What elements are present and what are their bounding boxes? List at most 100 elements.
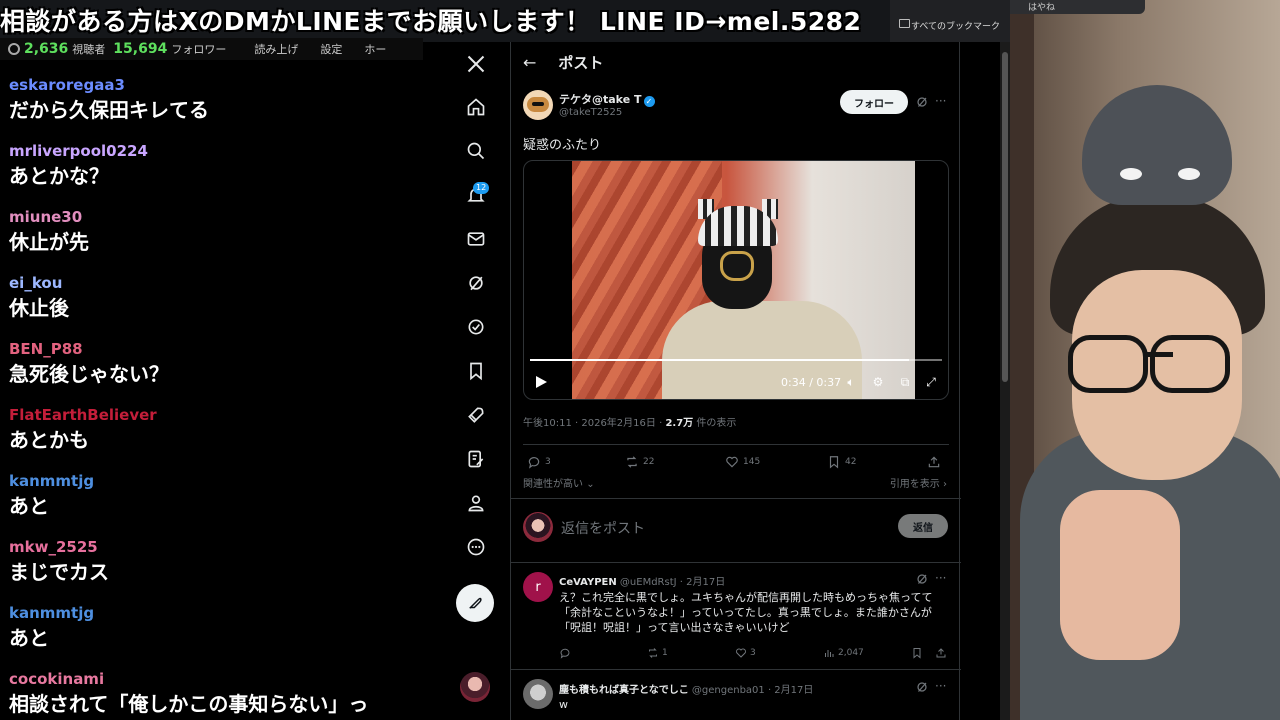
- quotes-label: 引用を表示: [889, 479, 940, 490]
- post-timestamp[interactable]: 午後10:11 · 2026年2月16日 ·: [523, 418, 665, 429]
- chat-username[interactable]: ei_kou: [9, 272, 430, 294]
- settings-button[interactable]: 設定: [320, 41, 342, 57]
- fullscreen-icon[interactable]: ⤢: [924, 375, 938, 389]
- page-title: ポスト: [558, 53, 604, 72]
- follower-count: 15,694: [113, 41, 168, 57]
- notes-edit-icon[interactable]: [464, 447, 488, 471]
- home-button[interactable]: ホー: [364, 41, 386, 57]
- read-aloud-button[interactable]: 読み上げ: [254, 41, 298, 57]
- comment-text-line: え？これ完全に黒でしょ。ユキちゃんが配信再開した時もめっちゃ焦ってて: [559, 591, 933, 604]
- comment-author-name[interactable]: CeVAYPEN: [559, 577, 617, 588]
- bookmark-count: 42: [845, 457, 857, 467]
- bookmark-action[interactable]: 42: [827, 455, 856, 469]
- verified-check-icon[interactable]: [464, 315, 488, 339]
- comment-like-action[interactable]: 3: [735, 647, 756, 659]
- hat-eye-right: [1178, 168, 1200, 180]
- more-circle-icon[interactable]: [464, 535, 488, 559]
- like-action[interactable]: 145: [725, 455, 760, 469]
- video-player[interactable]: 0:34 / 0:37 🔈︎ ⚙ ⧉ ⤢: [523, 160, 949, 400]
- author-handle[interactable]: @takeT2525: [559, 107, 622, 118]
- repost-action[interactable]: 22: [625, 455, 654, 469]
- reply-avatar: [523, 512, 553, 542]
- grok-explain-icon[interactable]: [916, 96, 928, 108]
- chat-username[interactable]: BEN_P88: [9, 338, 430, 360]
- reply-submit-button[interactable]: 返信: [898, 514, 948, 538]
- grok-icon[interactable]: [464, 271, 488, 295]
- bookmark-icon[interactable]: [464, 359, 488, 383]
- chat-text: だから久保田キレてる: [9, 98, 209, 122]
- reply-input[interactable]: 返信をポスト: [561, 518, 645, 538]
- chat-username[interactable]: mrliverpool0224: [9, 140, 430, 162]
- video-progress-bar[interactable]: [530, 359, 942, 361]
- chat-username[interactable]: FlatEarthBeliever: [9, 404, 430, 426]
- reply-action[interactable]: 3: [527, 455, 551, 469]
- home-icon[interactable]: [464, 95, 488, 119]
- heart-icon: [726, 456, 738, 468]
- chat-username[interactable]: mkw_2525: [9, 536, 430, 558]
- share-action[interactable]: [927, 455, 941, 469]
- author-avatar[interactable]: [523, 90, 553, 120]
- view-quotes-link[interactable]: 引用を表示 ›: [890, 475, 947, 490]
- glasses-left-lens: [1068, 335, 1148, 393]
- x-sidebar-nav: 12: [440, 42, 510, 720]
- chat-text: まじでカス: [9, 560, 109, 584]
- post-detail-column: ← ポスト テケタ@take T ✓ @takeT2525 フォロー ··· 疑惑…: [510, 42, 961, 720]
- follow-button[interactable]: フォロー: [840, 90, 908, 114]
- chat-message: eskaroregaa3 だから久保田キレてる: [0, 74, 430, 140]
- stream-banner: すべてのブックマーク 相談がある方はXのDMかLINEまでお願いします！ LIN…: [0, 0, 1010, 42]
- pip-icon[interactable]: ⧉: [898, 375, 912, 389]
- comment-views-action[interactable]: 2,047: [823, 647, 864, 659]
- chat-username[interactable]: kanmmtjg: [9, 602, 430, 624]
- comment-author-name[interactable]: 塵も積もれば真子となでしこ: [559, 685, 689, 696]
- messages-envelope-icon[interactable]: [464, 227, 488, 251]
- chat-message: FlatEarthBeliever あとかも: [0, 404, 430, 470]
- chat-text: 休止が先: [9, 230, 89, 254]
- compose-post-button[interactable]: [456, 584, 494, 622]
- volume-icon[interactable]: 🔈︎: [844, 375, 858, 389]
- divider: [511, 498, 961, 499]
- scrollbar-thumb[interactable]: [1002, 52, 1008, 382]
- grok-explain-icon[interactable]: [916, 573, 928, 585]
- comment-repost-action[interactable]: 1: [647, 647, 668, 659]
- play-icon[interactable]: [536, 376, 547, 388]
- share-icon: [928, 456, 940, 468]
- chat-username[interactable]: miune30: [9, 206, 430, 228]
- rocket-icon[interactable]: [464, 403, 488, 427]
- bookmark-icon: [913, 648, 921, 659]
- comment-avatar[interactable]: [523, 679, 553, 709]
- repost-icon: [649, 648, 657, 658]
- chat-username[interactable]: cocokinami: [9, 668, 430, 690]
- author-name[interactable]: テケタ@take T ✓: [559, 91, 655, 107]
- comment-reply-action[interactable]: [559, 647, 574, 659]
- reply-count: 3: [545, 457, 551, 467]
- profile-icon[interactable]: [464, 491, 488, 515]
- more-options-icon[interactable]: ···: [935, 94, 946, 108]
- comment-bookmark-action[interactable]: [911, 647, 923, 659]
- account-avatar[interactable]: [460, 672, 490, 702]
- comment-text-line: w: [559, 698, 568, 711]
- reply-icon: [528, 457, 540, 469]
- comment-avatar[interactable]: r: [523, 572, 553, 602]
- post-text: 疑惑のふたり: [523, 138, 602, 153]
- comment-handle-date[interactable]: @uEMdRstJ · 2月17日: [620, 577, 725, 588]
- grok-explain-icon[interactable]: [916, 681, 928, 693]
- video-controls: 0:34 / 0:37 🔈︎ ⚙ ⧉ ⤢: [524, 369, 948, 397]
- settings-gear-icon[interactable]: ⚙: [871, 375, 885, 389]
- post-meta: 午後10:11 · 2026年2月16日 · 2.7万 件の表示: [523, 414, 736, 429]
- more-options-icon[interactable]: ···: [935, 571, 946, 585]
- x-logo-icon[interactable]: [464, 52, 488, 76]
- glasses-right-lens: [1150, 335, 1230, 393]
- page-scrollbar[interactable]: [1000, 42, 1010, 720]
- chevron-right-icon: ›: [943, 479, 947, 490]
- webcam-hands: [1060, 490, 1180, 660]
- comment-share-action[interactable]: [935, 647, 947, 659]
- search-icon[interactable]: [464, 139, 488, 163]
- chat-username[interactable]: eskaroregaa3: [9, 74, 430, 96]
- repost-icon: [627, 456, 637, 468]
- sort-relevance-dropdown[interactable]: 関連性が高い ⌄: [523, 475, 595, 490]
- all-bookmarks-link[interactable]: すべてのブックマーク: [911, 19, 1000, 32]
- comment-handle-date[interactable]: @gengenba01 · 2月17日: [692, 685, 814, 696]
- chat-username[interactable]: kanmmtjg: [9, 470, 430, 492]
- back-arrow-icon[interactable]: ←: [523, 53, 536, 72]
- more-options-icon[interactable]: ···: [935, 679, 946, 693]
